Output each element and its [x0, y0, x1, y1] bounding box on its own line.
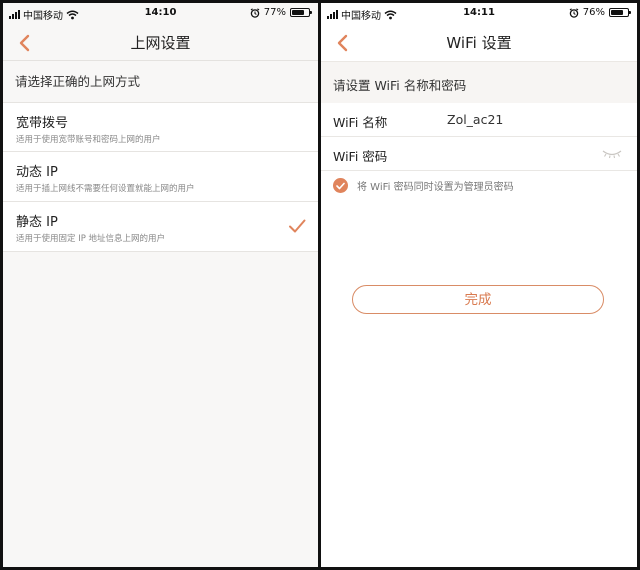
wifi-settings-screen: 中国移动 14:11 76% WiFi 设置 请设置 WiFi 名称和密码 Wi…	[321, 3, 637, 567]
option-static-ip[interactable]: 静态 IP 适用于使用固定 IP 地址信息上网的用户	[3, 202, 318, 252]
wifi-password-row: WiFi 密码	[321, 137, 637, 171]
sync-admin-password-option[interactable]: 将 WiFi 密码同时设置为管理员密码	[333, 178, 514, 193]
nav-bar: 上网设置	[3, 25, 318, 61]
wifi-password-label: WiFi 密码	[333, 149, 388, 164]
alarm-icon	[250, 7, 260, 18]
option-title: 宽带拨号	[16, 116, 69, 131]
checkbox-checked-icon[interactable]	[333, 178, 348, 193]
battery-icon	[609, 8, 631, 17]
option-title: 动态 IP	[16, 165, 58, 180]
alarm-icon	[569, 7, 579, 18]
wifi-name-row: WiFi 名称 Zol_ac21	[321, 103, 637, 137]
nav-bar: WiFi 设置	[321, 25, 637, 61]
battery-fill	[292, 10, 305, 15]
option-pppoe[interactable]: 宽带拨号 适用于使用宽带账号和密码上网的用户	[3, 102, 318, 152]
battery-icon	[290, 8, 312, 17]
battery-percent: 76%	[582, 7, 605, 18]
option-description: 适用于插上网线不需要任何设置就能上网的用户	[16, 184, 195, 194]
section-header: 请设置 WiFi 名称和密码	[321, 61, 637, 107]
page-title: 上网设置	[130, 34, 191, 52]
eye-closed-icon[interactable]	[601, 148, 623, 160]
option-dhcp[interactable]: 动态 IP 适用于插上网线不需要任何设置就能上网的用户	[3, 152, 318, 202]
battery-fill	[611, 10, 624, 15]
option-description: 适用于使用固定 IP 地址信息上网的用户	[16, 234, 166, 244]
check-icon	[336, 182, 345, 189]
wifi-name-input[interactable]: Zol_ac21	[447, 112, 503, 127]
status-right: 77%	[250, 7, 312, 18]
battery-percent: 77%	[263, 7, 286, 18]
section-header: 请选择正确的上网方式	[3, 61, 318, 102]
internet-settings-screen: 中国移动 14:10 77% 上网设置 请选择正确的上网方式 宽带拨号 适用于使…	[3, 3, 318, 567]
wifi-password-input[interactable]	[441, 142, 591, 166]
status-bar: 中国移动 14:10 77%	[3, 3, 318, 25]
option-description: 适用于使用宽带账号和密码上网的用户	[16, 135, 161, 145]
wifi-name-label: WiFi 名称	[333, 115, 388, 130]
sync-admin-password-label: 将 WiFi 密码同时设置为管理员密码	[357, 182, 514, 193]
done-button[interactable]: 完成	[352, 285, 604, 314]
page-title: WiFi 设置	[446, 34, 512, 52]
status-right: 76%	[569, 7, 631, 18]
option-title: 静态 IP	[16, 215, 58, 230]
checkmark-icon	[289, 219, 306, 233]
status-bar: 中国移动 14:11 76%	[321, 3, 637, 25]
